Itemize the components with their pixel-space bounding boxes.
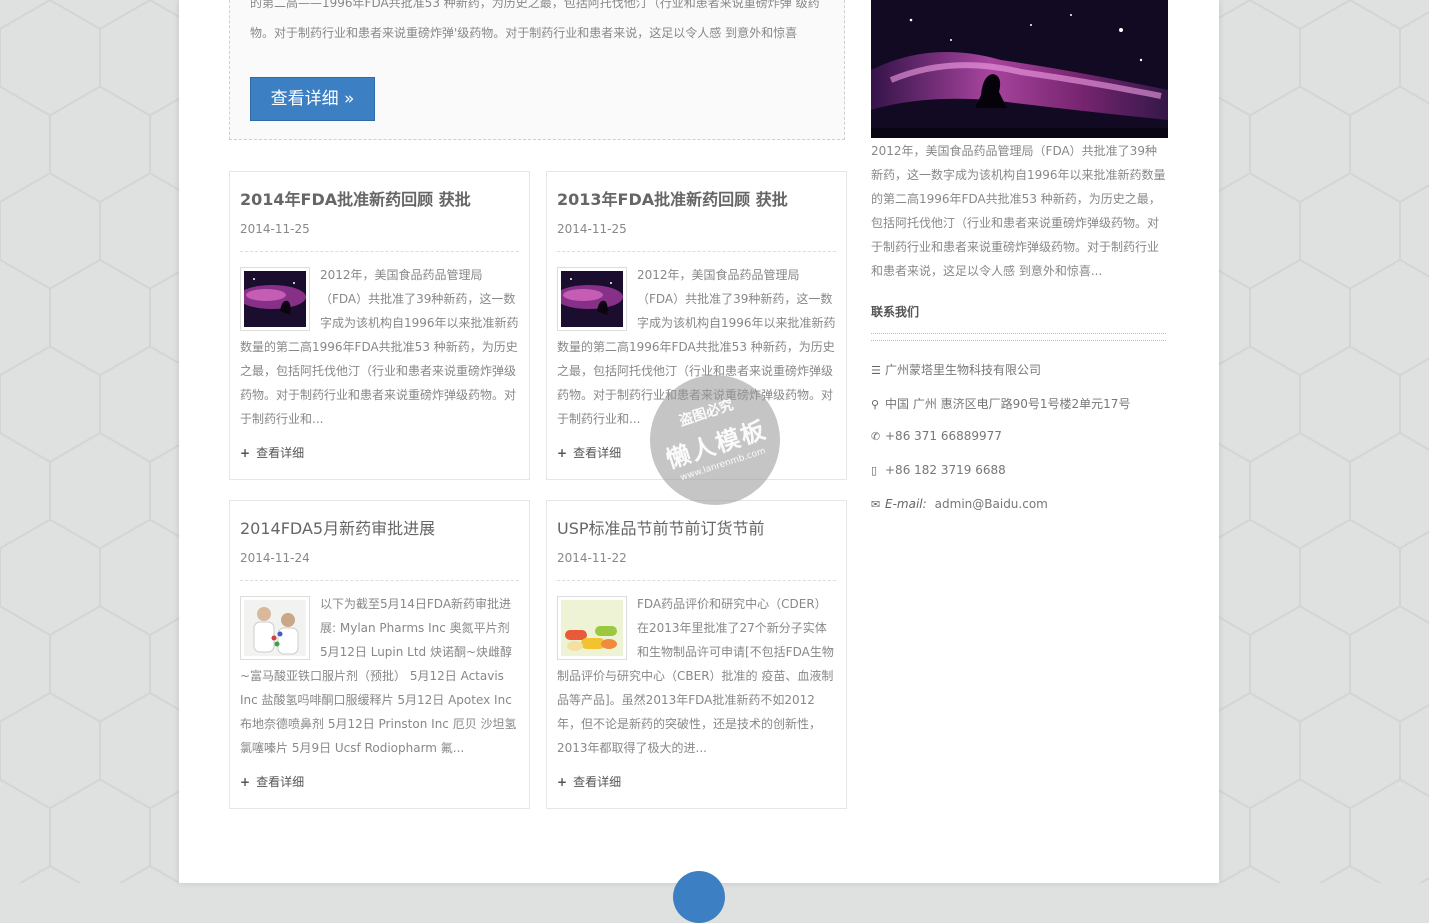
news-card: 2014FDA5月新药审批进展 2014-11-24 以下为截至5月14日FDA… (229, 500, 530, 809)
pagination-button[interactable] (673, 871, 725, 923)
plus-icon: + (240, 446, 251, 460)
nebula-image-icon[interactable] (871, 0, 1168, 138)
read-more-label: 查看详细 (256, 446, 305, 460)
mobile-text: +86 182 3719 6688 (885, 463, 1006, 477)
contact-email: ✉ E-mail: admin@Baidu.com (871, 497, 1048, 511)
news-card: 2014年FDA批准新药回顾 获批 2014-11-25 2012年，美国食品药… (229, 171, 530, 480)
read-more-link[interactable]: + 查看详细 (557, 444, 621, 461)
card-date: 2014-11-24 (240, 551, 310, 565)
card-title[interactable]: 2014FDA5月新药审批进展 (240, 515, 520, 539)
contact-phone: ✆ +86 371 66889977 (871, 429, 1002, 443)
pills-image-icon (561, 600, 623, 656)
contact-company: ☰ 广州蒙塔里生物科技有限公司 (871, 361, 1041, 378)
address-text: 中国 广州 惠济区电厂路90号1号楼2单元17号 (885, 397, 1131, 411)
view-details-button[interactable]: 查看详细 » (250, 77, 375, 121)
scientists-image-icon (244, 600, 306, 656)
card-thumbnail[interactable] (240, 596, 310, 660)
phone-icon: ✆ (871, 430, 881, 443)
card-title[interactable]: 2014年FDA批准新药回顾 获批 (240, 186, 520, 210)
card-title[interactable]: 2013年FDA批准新药回顾 获批 (557, 186, 837, 210)
read-more-label: 查看详细 (573, 446, 622, 460)
read-more-link[interactable]: + 查看详细 (557, 773, 621, 790)
plus-icon: + (557, 446, 568, 460)
nebula-image-icon (561, 271, 623, 327)
divider (557, 251, 836, 252)
plus-icon: + (557, 775, 568, 789)
divider (871, 333, 1166, 341)
list-icon: ☰ (871, 364, 881, 377)
contact-mobile: ▯ +86 182 3719 6688 (871, 463, 1006, 477)
divider (240, 580, 519, 581)
card-date: 2014-11-25 (557, 222, 627, 236)
featured-excerpt-line: 物。对于制药行业和患者来说重磅炸弹'级药物。对于制药行业和患者来说，这足以令人感… (250, 26, 798, 40)
featured-excerpt: 的第二高——1996年FDA共批准53 种新药，为历史之最，包括阿托伐他汀（行业… (250, 0, 820, 45)
read-more-link[interactable]: + 查看详细 (240, 444, 304, 461)
map-marker-icon: ⚲ (871, 398, 880, 411)
contact-address: ⚲ 中国 广州 惠济区电厂路90号1号楼2单元17号 (871, 395, 1130, 412)
divider (557, 580, 836, 581)
plus-icon: + (240, 775, 251, 789)
card-title[interactable]: USP标准品节前节前订货节前 (557, 515, 837, 539)
read-more-link[interactable]: + 查看详细 (240, 773, 304, 790)
news-card: USP标准品节前节前订货节前 2014-11-22 FDA药品评价和研究中心（C… (546, 500, 847, 809)
email-link[interactable]: admin@Baidu.com (935, 497, 1048, 511)
card-thumbnail[interactable] (557, 596, 627, 660)
nebula-image-icon (244, 271, 306, 327)
company-name: 广州蒙塔里生物科技有限公司 (885, 363, 1042, 377)
read-more-label: 查看详细 (256, 775, 305, 789)
email-label: E-mail: (885, 497, 927, 511)
phone-text: +86 371 66889977 (885, 429, 1002, 443)
divider (240, 251, 519, 252)
card-thumbnail[interactable] (240, 267, 310, 331)
sidebar-excerpt: 2012年，美国食品药品管理局（FDA）共批准了39种新药，这一数字成为该机构自… (871, 144, 1166, 278)
card-date: 2014-11-22 (557, 551, 627, 565)
contact-heading: 联系我们 (871, 305, 920, 319)
card-date: 2014-11-25 (240, 222, 310, 236)
read-more-label: 查看详细 (573, 775, 622, 789)
envelope-icon: ✉ (871, 498, 881, 511)
card-thumbnail[interactable] (557, 267, 627, 331)
mobile-icon: ▯ (871, 464, 878, 477)
featured-post: 的第二高——1996年FDA共批准53 种新药，为历史之最，包括阿托伐他汀（行业… (229, 0, 845, 140)
featured-excerpt-line: 的第二高——1996年FDA共批准53 种新药，为历史之最，包括阿托伐他汀（行业… (250, 0, 820, 10)
